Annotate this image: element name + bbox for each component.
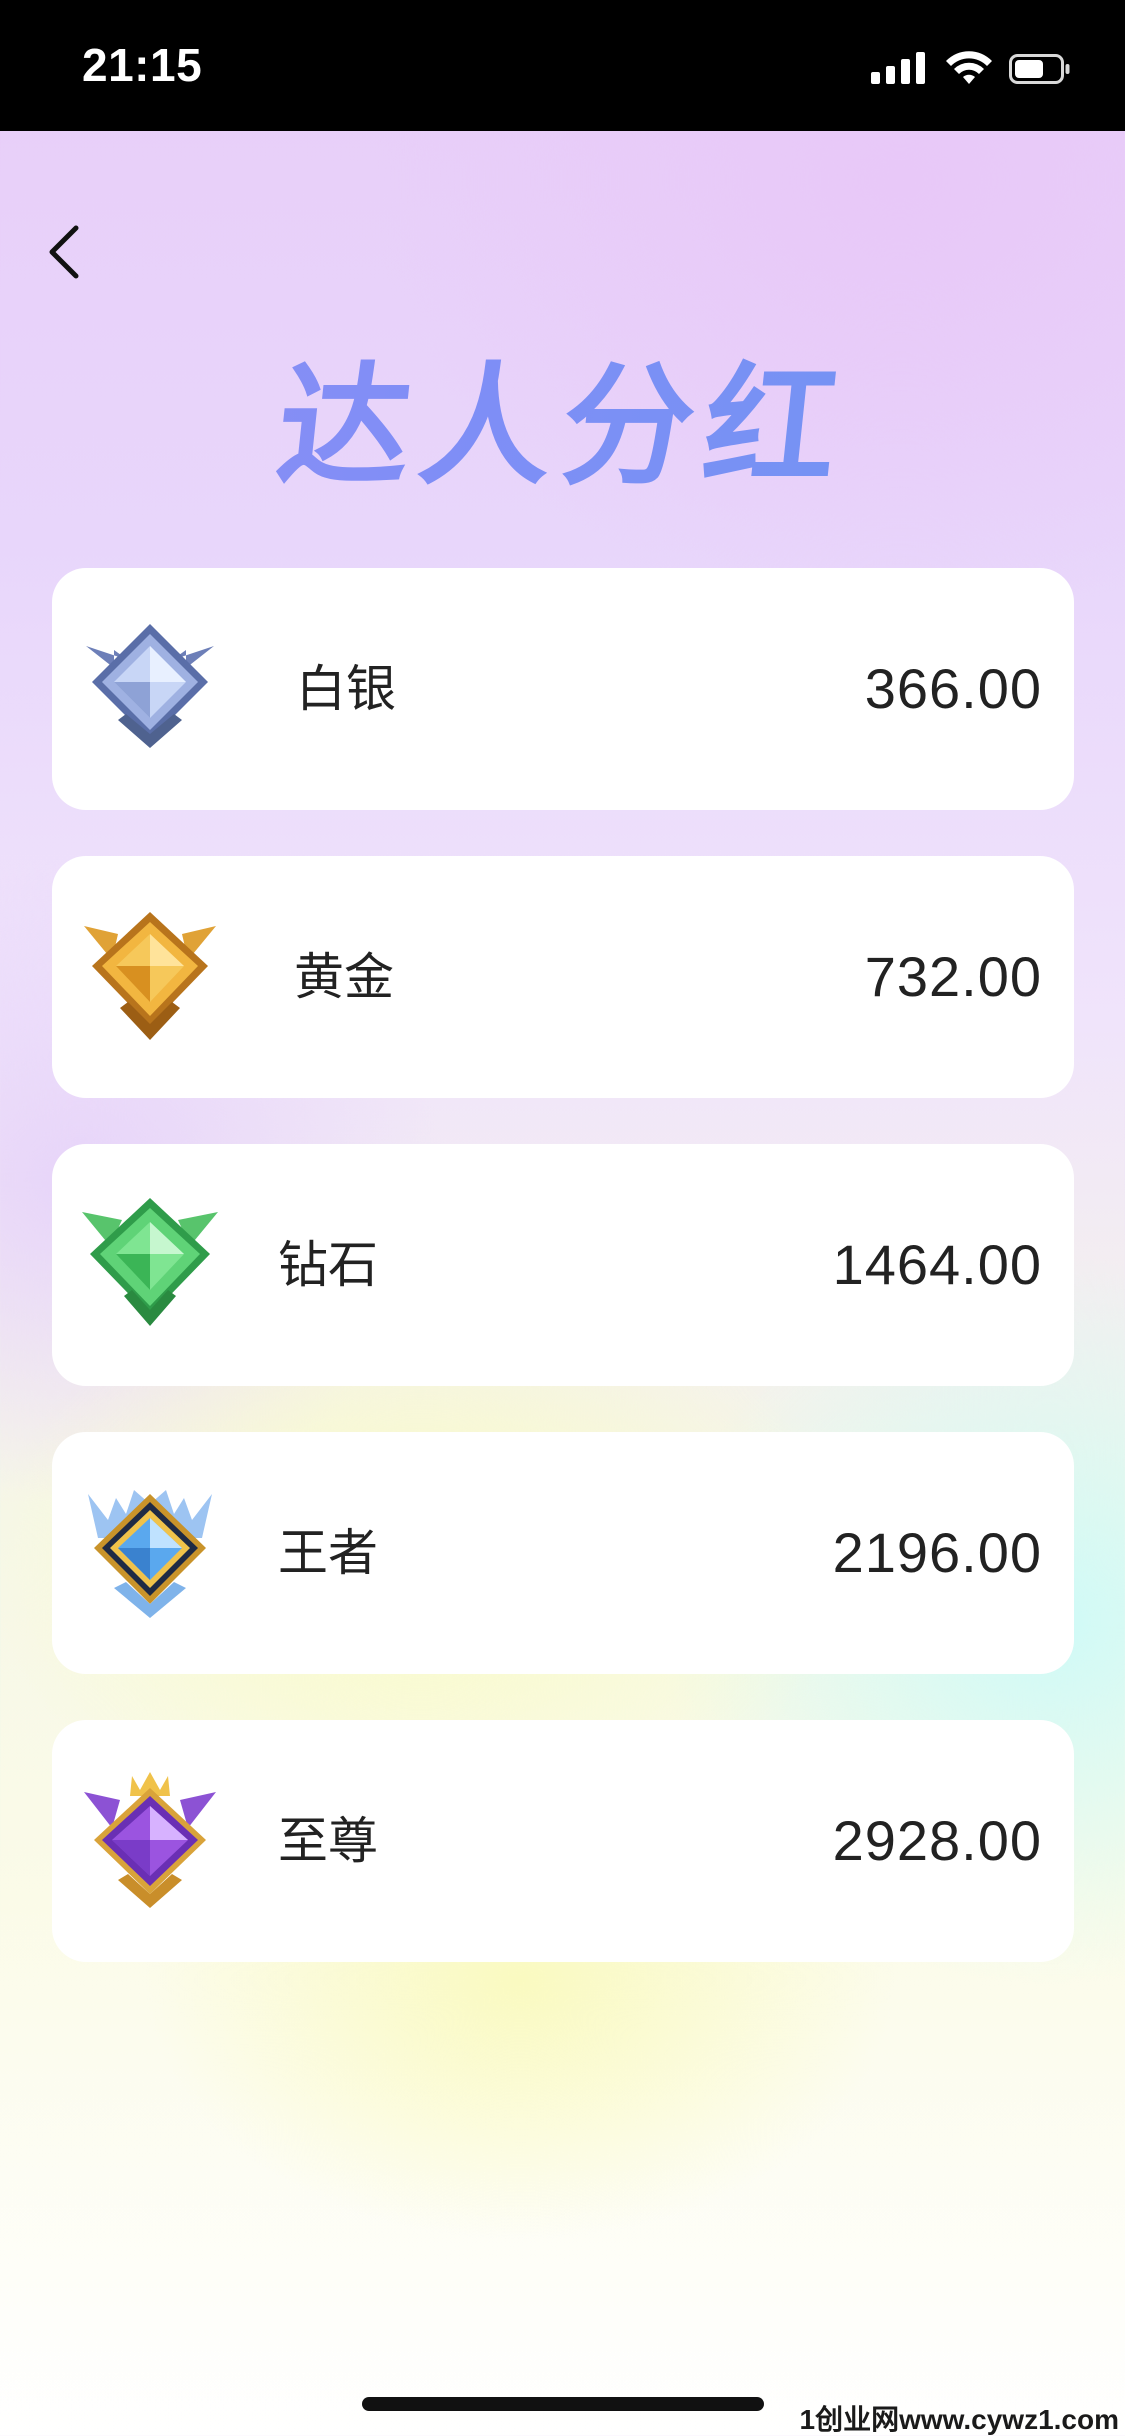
silver-badge-icon	[86, 624, 214, 748]
tier-name: 至尊	[278, 1812, 378, 1870]
tier-amount: 2928.00	[832, 1809, 1042, 1872]
battery-icon	[1009, 54, 1070, 84]
status-bar: 21:15	[0, 0, 1125, 131]
diamond-badge-icon	[82, 1198, 218, 1326]
tier-amount: 366.00	[864, 657, 1042, 720]
tier-amount: 1464.00	[832, 1233, 1042, 1296]
wifi-icon	[946, 51, 992, 84]
tier-card-silver[interactable]: 白银 366.00	[52, 568, 1074, 810]
tier-name: 白银	[296, 660, 396, 718]
tier-amount: 732.00	[864, 945, 1042, 1008]
cellular-signal-icon	[871, 50, 931, 90]
status-time: 21:15	[82, 39, 203, 91]
tier-name: 黄金	[294, 948, 394, 1006]
tier-card-diamond[interactable]: 钻石 1464.00	[52, 1144, 1074, 1386]
back-button[interactable]	[36, 212, 96, 292]
gold-badge-icon	[84, 912, 216, 1040]
king-badge-icon	[88, 1490, 212, 1618]
tier-name: 钻石	[278, 1236, 378, 1294]
page-title: 达人分红	[0, 350, 1125, 504]
tier-name: 王者	[278, 1524, 378, 1582]
status-icons	[871, 50, 1081, 90]
tier-card-king[interactable]: 王者 2196.00	[52, 1432, 1074, 1674]
supreme-badge-icon	[84, 1772, 216, 1908]
tier-amount: 2196.00	[832, 1521, 1042, 1584]
watermark: 1创业网www.cywz1.com	[799, 2404, 1120, 2435]
tier-card-supreme[interactable]: 至尊 2928.00	[52, 1720, 1074, 1962]
tier-card-gold[interactable]: 黄金 732.00	[52, 856, 1074, 1098]
tier-list: 白银 366.00 黄金 732.00 钻石 1464.00 王者 2196.0…	[52, 568, 1074, 2008]
chevron-left-icon	[49, 225, 79, 279]
home-indicator[interactable]	[362, 2397, 764, 2411]
